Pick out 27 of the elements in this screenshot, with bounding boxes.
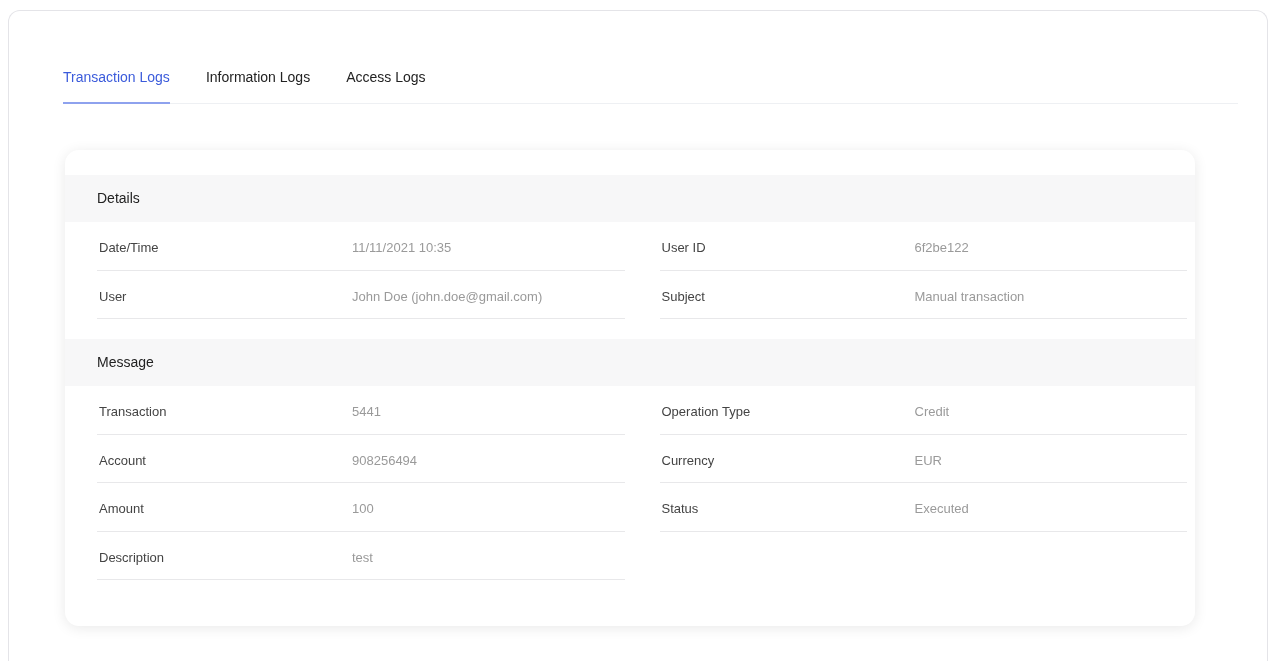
field-label: Currency xyxy=(661,451,716,470)
field-value: 11/11/2021 10:35 xyxy=(352,239,452,257)
field-value: John Doe (john.doe@gmail.com) xyxy=(352,287,543,306)
field-label: Transaction xyxy=(99,403,168,421)
log-tab[interactable]: Access Logs xyxy=(346,61,426,104)
field-value: 100 xyxy=(352,500,374,518)
field-label: Status xyxy=(661,500,700,518)
field-value: 908256494 xyxy=(352,451,418,470)
field-label: Operation Type xyxy=(661,403,752,421)
log-tab[interactable]: Transaction Logs xyxy=(63,61,170,104)
field-label: User xyxy=(99,287,128,306)
field-value: test xyxy=(352,548,373,567)
field-value: 6f2be122 xyxy=(914,239,969,257)
field-value: 5441 xyxy=(352,403,381,421)
log-tab[interactable]: Information Logs xyxy=(205,61,311,104)
section-header: Details xyxy=(65,175,1195,222)
field-value: EUR xyxy=(914,451,942,470)
field-value: Credit xyxy=(914,403,950,421)
field-label: Date/Time xyxy=(99,239,160,257)
field-label: User ID xyxy=(661,239,707,257)
field-label: Description xyxy=(99,548,166,567)
field-label: Amount xyxy=(99,500,145,518)
field-label: Account xyxy=(99,451,147,470)
field-value: Manual transaction xyxy=(914,287,1025,306)
field-label: Subject xyxy=(661,287,706,306)
field-value: Executed xyxy=(914,500,969,518)
section-header: Message xyxy=(65,339,1195,386)
